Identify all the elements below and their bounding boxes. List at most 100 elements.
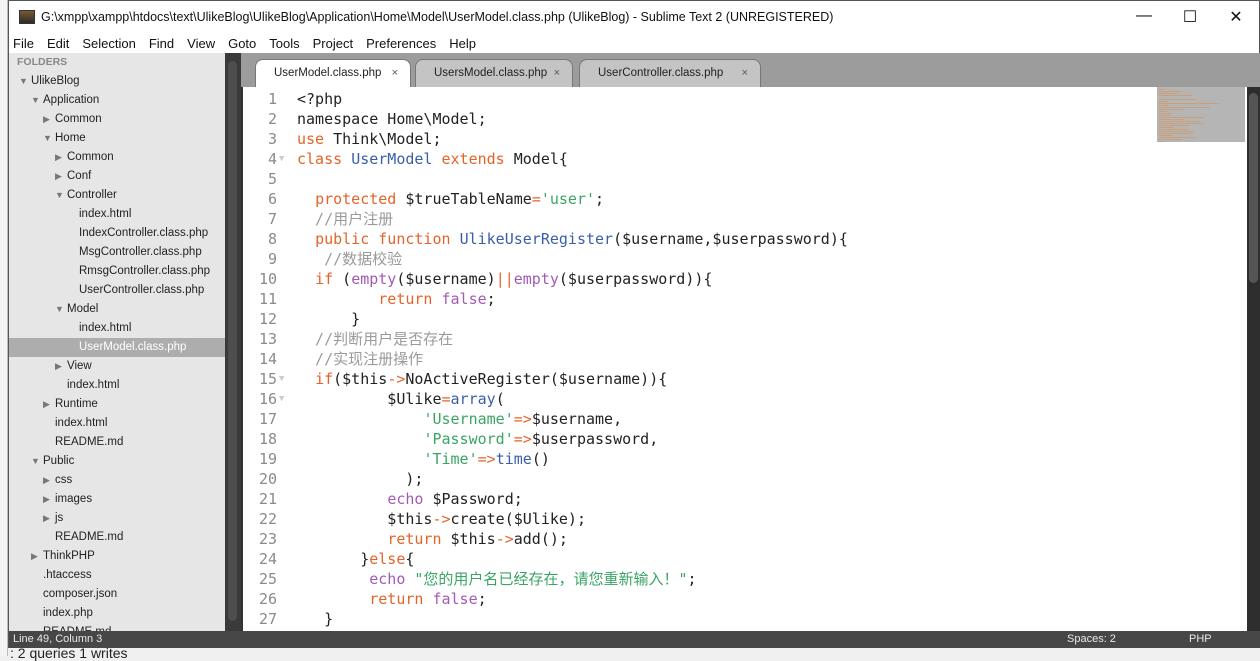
minimap-line xyxy=(1159,105,1169,106)
triangle-right-icon[interactable]: ▶ xyxy=(55,148,67,167)
code-token: empty xyxy=(351,270,397,288)
tab-usermodel-class-php[interactable]: UserModel.class.php × xyxy=(255,59,411,87)
sidebar-item[interactable]: ▼ Application xyxy=(9,91,225,110)
sidebar-item[interactable]: ▶ Runtime xyxy=(9,395,225,414)
sidebar-item[interactable]: ▶ images xyxy=(9,490,225,509)
sidebar-item[interactable]: .htaccess xyxy=(9,566,225,585)
menu-find[interactable]: Find xyxy=(149,36,174,51)
sidebar-item[interactable]: index.html xyxy=(9,205,225,224)
code-token: () xyxy=(531,450,550,468)
sidebar-item[interactable]: index.html xyxy=(9,319,225,338)
sidebar-item[interactable]: ▶ View xyxy=(9,357,225,376)
menu-preferences[interactable]: Preferences xyxy=(366,36,436,51)
triangle-down-icon[interactable]: ▼ xyxy=(43,129,55,148)
fold-arrow-icon[interactable]: ▼ xyxy=(279,369,284,389)
sidebar-item-label: UlikeBlog xyxy=(31,75,80,87)
line-number: 20 xyxy=(258,470,277,488)
syntax-setting[interactable]: PHP xyxy=(1189,631,1212,648)
code-text: namespace Home\Model; xyxy=(297,109,487,129)
menu-tools[interactable]: Tools xyxy=(269,36,299,51)
triangle-right-icon[interactable]: ▶ xyxy=(55,357,67,376)
code-text: }else{ xyxy=(297,549,414,569)
menu-goto[interactable]: Goto xyxy=(228,36,256,51)
triangle-right-icon[interactable]: ▶ xyxy=(55,167,67,186)
code-editor[interactable]: 1 <?php 2 namespace Home\Model; 3 use Think\M… xyxy=(241,87,1247,631)
minimap[interactable] xyxy=(1157,87,1245,187)
code-token: if xyxy=(315,270,334,288)
maximize-button[interactable]: ☐ xyxy=(1167,7,1213,27)
minimize-button[interactable]: — xyxy=(1121,7,1167,27)
sidebar-item[interactable]: README.md xyxy=(9,433,225,452)
sidebar-item[interactable]: MsgController.class.php xyxy=(9,243,225,262)
sidebar-item[interactable]: index.html xyxy=(9,376,225,395)
sidebar-item[interactable]: ▶ ThinkPHP xyxy=(9,547,225,566)
triangle-down-icon[interactable]: ▼ xyxy=(55,300,67,319)
tab-close-icon[interactable]: × xyxy=(392,60,398,86)
code-line: 19 'Time'=>time() xyxy=(243,449,1247,469)
code-line: 10 if (empty($username)||empty($userpass… xyxy=(243,269,1247,289)
sidebar-item[interactable]: ▼ Model xyxy=(9,300,225,319)
sidebar-item[interactable]: ▼ Home xyxy=(9,129,225,148)
sidebar-item-label: index.php xyxy=(43,607,93,619)
triangle-down-icon[interactable]: ▼ xyxy=(19,72,31,91)
menu-view[interactable]: View xyxy=(187,36,215,51)
editor-scrollbar[interactable] xyxy=(1247,87,1260,631)
triangle-right-icon[interactable]: ▶ xyxy=(43,395,55,414)
indentation-setting[interactable]: Spaces: 2 xyxy=(1067,631,1116,648)
triangle-right-icon[interactable]: ▶ xyxy=(43,110,55,129)
sidebar-item[interactable]: RmsgController.class.php xyxy=(9,262,225,281)
sidebar-item[interactable]: IndexController.class.php xyxy=(9,224,225,243)
sidebar-item[interactable]: ▶ Conf xyxy=(9,167,225,186)
sidebar-item[interactable]: ▶ js xyxy=(9,509,225,528)
sidebar-item[interactable]: index.php xyxy=(9,604,225,623)
triangle-down-icon[interactable]: ▼ xyxy=(31,91,43,110)
fold-arrow-icon[interactable]: ▼ xyxy=(279,149,284,169)
sidebar-item[interactable]: ▶ Common xyxy=(9,148,225,167)
sidebar-item[interactable]: composer.json xyxy=(9,585,225,604)
minimap-line xyxy=(1159,113,1173,114)
menu-file[interactable]: File xyxy=(13,36,34,51)
triangle-right-icon[interactable]: ▶ xyxy=(31,547,43,566)
code-token: -> xyxy=(387,370,406,388)
code-token: UserModel xyxy=(351,150,433,168)
code-token: time xyxy=(495,450,532,468)
sidebar-scrollbar[interactable] xyxy=(225,53,241,631)
scrollbar-thumb[interactable] xyxy=(1249,93,1258,283)
sidebar-item[interactable]: README.md xyxy=(9,623,225,631)
sidebar-item[interactable]: ▼ UlikeBlog xyxy=(9,72,225,91)
line-number: 5 xyxy=(267,170,277,188)
menu-help[interactable]: Help xyxy=(449,36,476,51)
code-line: 15 ▼ if($this->NoActiveRegister($username… xyxy=(243,369,1247,389)
triangle-right-icon[interactable]: ▶ xyxy=(43,490,55,509)
menu-project[interactable]: Project xyxy=(313,36,353,51)
triangle-right-icon[interactable]: ▶ xyxy=(43,471,55,490)
sidebar-item[interactable]: ▶ Common xyxy=(9,110,225,129)
code-text: return $this->add(); xyxy=(297,529,568,549)
tab-usercontroller-class-php[interactable]: UserController.class.php × xyxy=(579,59,761,87)
minimap-line xyxy=(1159,125,1190,126)
sidebar-item[interactable]: UserController.class.php xyxy=(9,281,225,300)
tab-close-icon[interactable]: × xyxy=(742,60,748,86)
sidebar-item[interactable]: index.html xyxy=(9,414,225,433)
triangle-down-icon[interactable]: ▼ xyxy=(31,452,43,471)
minimap-line xyxy=(1159,107,1210,108)
fold-arrow-icon[interactable]: ▼ xyxy=(279,389,284,409)
close-button[interactable]: ✕ xyxy=(1213,7,1259,27)
code-token: ; xyxy=(486,290,496,308)
triangle-down-icon[interactable]: ▼ xyxy=(55,186,67,205)
sidebar-item[interactable]: README.md xyxy=(9,528,225,547)
tab-usersmodel-class-php[interactable]: UsersModel.class.php × xyxy=(415,59,573,87)
menu-selection[interactable]: Selection xyxy=(82,36,135,51)
triangle-right-icon[interactable]: ▶ xyxy=(43,509,55,528)
sidebar-item[interactable]: UserModel.class.php xyxy=(9,338,225,357)
menu-edit[interactable]: Edit xyxy=(47,36,69,51)
code-token: return xyxy=(369,590,424,608)
sidebar-item[interactable]: ▶ css xyxy=(9,471,225,490)
code-token: <?php xyxy=(297,90,343,108)
tab-close-icon[interactable]: × xyxy=(554,60,560,86)
sidebar-item[interactable]: ▼ Controller xyxy=(9,186,225,205)
sidebar-item[interactable]: ▼ Public xyxy=(9,452,225,471)
